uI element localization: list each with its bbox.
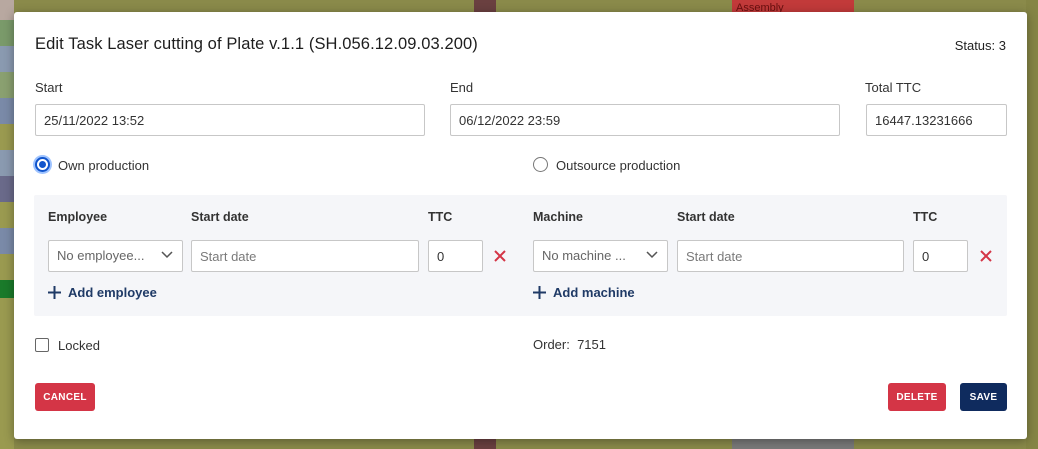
bg-lane <box>0 46 14 72</box>
bg-lane <box>0 254 14 280</box>
own-production-radio[interactable] <box>35 157 50 172</box>
delete-button[interactable]: DELETE <box>888 383 946 411</box>
employee-ttc-header: TTC <box>428 210 453 224</box>
employee-start-date-header: Start date <box>191 210 249 224</box>
order-info: Order: 7151 <box>533 337 606 352</box>
end-input[interactable] <box>450 104 840 136</box>
locked-label[interactable]: Locked <box>58 338 100 353</box>
bg-lane <box>0 228 14 254</box>
save-button[interactable]: SAVE <box>960 383 1007 411</box>
chevron-down-icon <box>646 251 658 259</box>
bg-lane <box>0 72 14 98</box>
edit-task-dialog: Edit Task Laser cutting of Plate v.1.1 (… <box>14 12 1027 439</box>
employee-select-value: No employee... <box>57 248 145 263</box>
machine-select[interactable]: No machine ... <box>533 240 668 272</box>
employee-column-header: Employee <box>48 210 108 224</box>
outsource-production-radio[interactable] <box>533 157 548 172</box>
remove-employee-icon[interactable] <box>492 248 508 264</box>
machine-start-date-input[interactable] <box>677 240 904 272</box>
locked-checkbox[interactable] <box>35 338 49 352</box>
plus-icon <box>48 286 61 299</box>
add-employee-button[interactable]: Add employee <box>48 285 157 300</box>
machine-column-header: Machine <box>533 210 584 224</box>
bg-lane <box>0 176 14 202</box>
cancel-button[interactable]: CANCEL <box>35 383 95 411</box>
bg-lane <box>0 298 14 449</box>
dialog-title: Edit Task Laser cutting of Plate v.1.1 (… <box>35 35 478 53</box>
resources-panel: Employee Start date TTC No employee... A… <box>34 195 1007 316</box>
employee-select[interactable]: No employee... <box>48 240 183 272</box>
add-machine-label: Add machine <box>553 285 635 300</box>
bg-right-strip <box>1026 0 1038 449</box>
bg-lane <box>0 124 14 150</box>
bg-lane <box>0 0 14 20</box>
machine-select-value: No machine ... <box>542 248 626 263</box>
remove-machine-icon[interactable] <box>978 248 994 264</box>
outsource-production-label[interactable]: Outsource production <box>556 158 680 173</box>
status-label: Status: 3 <box>954 38 1006 53</box>
plus-icon <box>533 286 546 299</box>
employee-start-date-input[interactable] <box>191 240 419 272</box>
bg-task-block <box>732 439 854 449</box>
end-label: End <box>450 80 474 95</box>
bg-lane <box>0 20 14 46</box>
machine-start-date-header: Start date <box>677 210 735 224</box>
bg-lane <box>0 280 14 298</box>
chevron-down-icon <box>161 251 173 259</box>
start-label: Start <box>35 80 63 95</box>
own-production-label[interactable]: Own production <box>58 158 149 173</box>
order-value: 7151 <box>577 337 606 352</box>
add-machine-button[interactable]: Add machine <box>533 285 635 300</box>
machine-ttc-input[interactable] <box>913 240 968 272</box>
bg-lane <box>0 98 14 124</box>
machine-ttc-header: TTC <box>913 210 938 224</box>
order-label: Order: <box>533 337 570 352</box>
start-input[interactable] <box>35 104 425 136</box>
employee-ttc-input[interactable] <box>428 240 483 272</box>
add-employee-label: Add employee <box>68 285 157 300</box>
total-ttc-input[interactable] <box>866 104 1007 136</box>
bg-lane <box>0 150 14 176</box>
bg-lane <box>0 202 14 228</box>
total-ttc-label: Total TTC <box>865 80 922 95</box>
